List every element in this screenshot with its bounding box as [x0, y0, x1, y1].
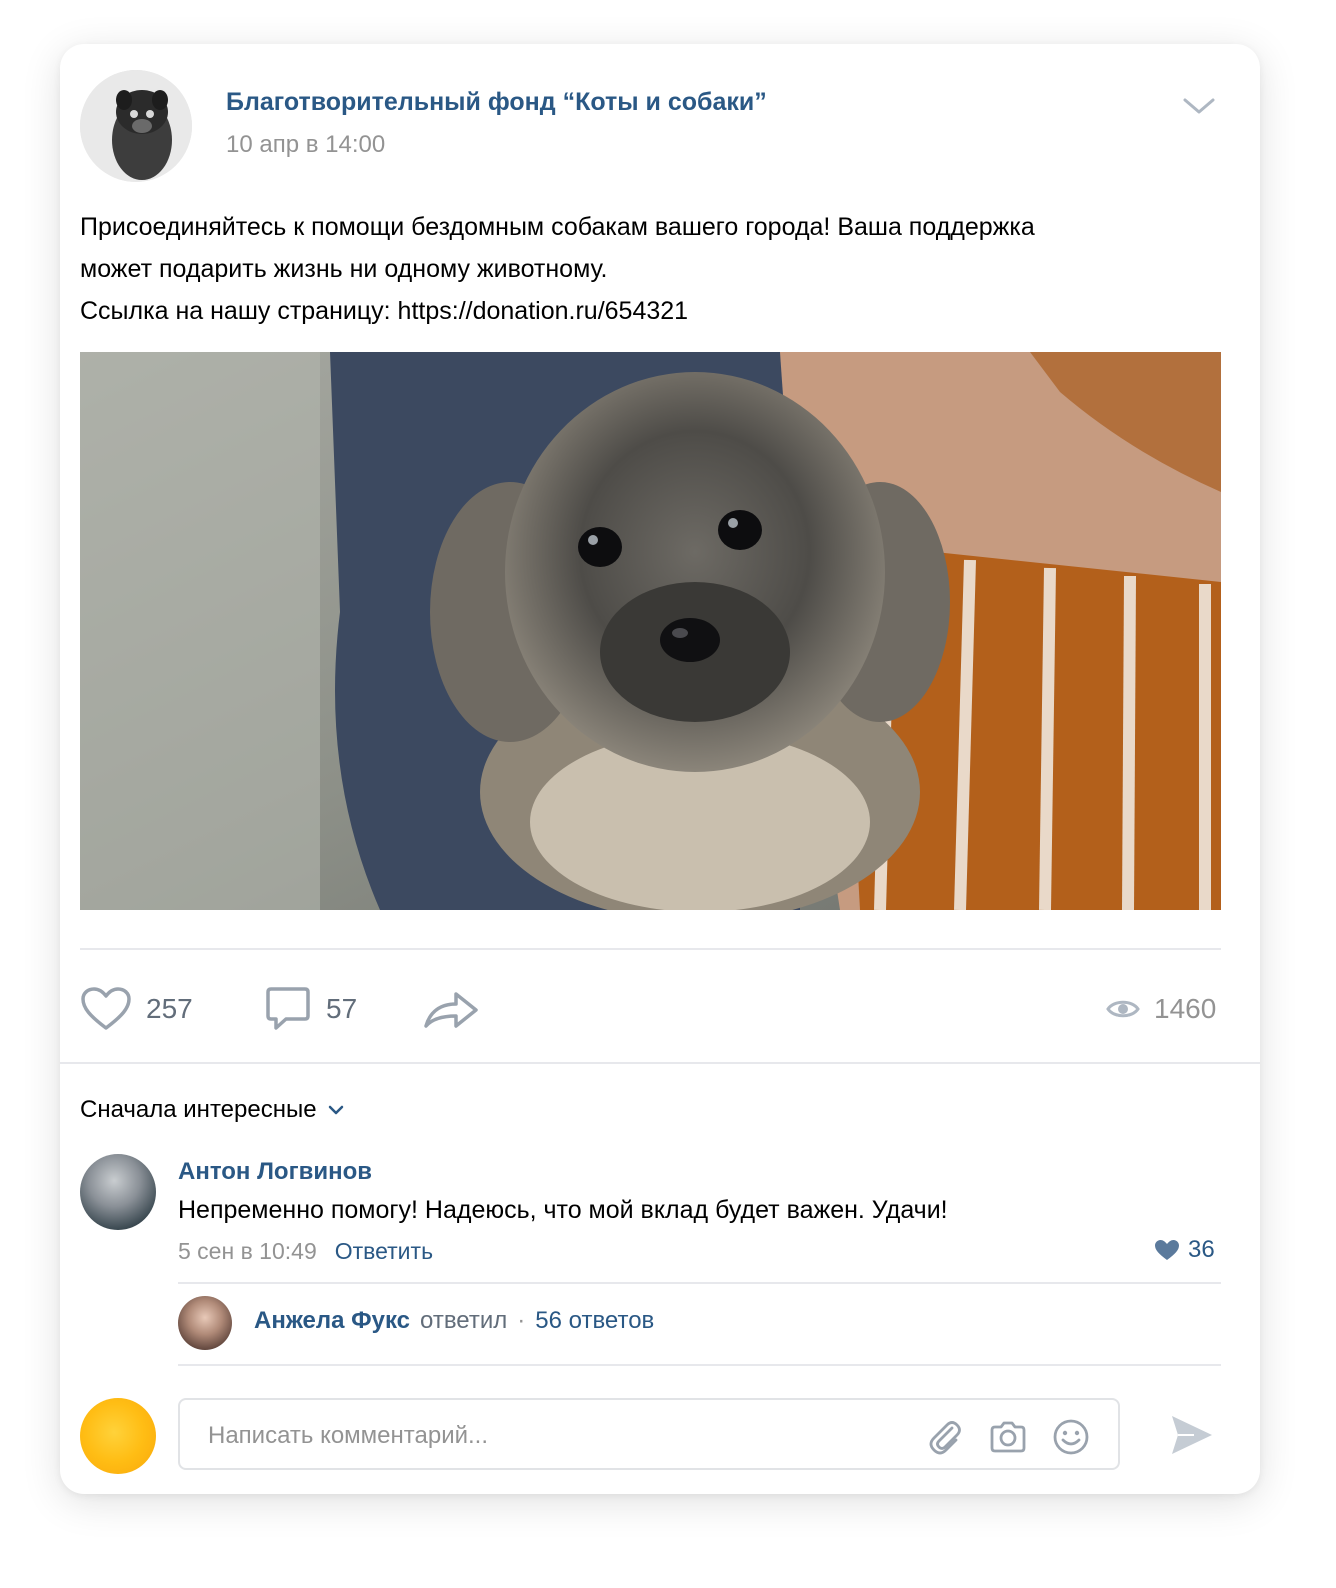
group-avatar[interactable] [80, 70, 192, 182]
share-arrow-icon [424, 992, 478, 1028]
heart-icon [1155, 1240, 1179, 1260]
like-count: 257 [146, 993, 193, 1024]
comment-date[interactable]: 5 сен в 10:49 [178, 1238, 317, 1265]
comment-button[interactable]: 57 [264, 986, 357, 1032]
chevron-down-icon[interactable] [1182, 94, 1216, 118]
post-date[interactable]: 10 апр в 14:00 [226, 131, 385, 159]
views-counter: 1460 [1106, 986, 1216, 1032]
post-photo[interactable] [80, 352, 1221, 910]
comment-count: 57 [326, 993, 358, 1024]
share-button[interactable] [422, 986, 494, 1032]
post-text: Присоединяйтесь к помощи бездомным собак… [80, 206, 1240, 332]
reply-author-name[interactable]: Анжела Фукс [254, 1307, 410, 1335]
sort-label: Сначала интересные [80, 1096, 317, 1123]
divider [178, 1282, 1221, 1284]
reply-author-avatar[interactable] [178, 1296, 232, 1350]
paperclip-icon[interactable] [926, 1418, 964, 1456]
replies-summary[interactable]: Анжела Фукс ответил · 56 ответов [254, 1307, 654, 1335]
reply-verb: ответил [420, 1307, 508, 1334]
eye-icon [1106, 1000, 1140, 1018]
chevron-down-icon [328, 1105, 343, 1115]
comment-like-count: 36 [1188, 1236, 1215, 1263]
comment-icon [266, 987, 310, 1030]
current-user-avatar[interactable] [80, 1398, 156, 1474]
comment-author-avatar[interactable] [80, 1154, 156, 1230]
post-text-line[interactable]: Ссылка на нашу страницу: https://donatio… [80, 290, 1240, 332]
comment-like-button[interactable]: 36 [1154, 1236, 1215, 1264]
replies-count-link[interactable]: 56 ответов [535, 1307, 654, 1335]
smile-icon[interactable] [1052, 1418, 1090, 1456]
comment-input-box[interactable] [178, 1398, 1120, 1470]
comment-author-name[interactable]: Антон Логвинов [178, 1158, 372, 1186]
group-name-link[interactable]: Благотворительный фонд “Коты и собаки” [226, 88, 767, 117]
comments-sort-dropdown[interactable]: Сначала интересные [80, 1096, 345, 1124]
send-icon[interactable] [1168, 1412, 1214, 1458]
post-text-line: может подарить жизнь ни одному животному… [80, 255, 608, 283]
post-card: Благотворительный фонд “Коты и собаки” 1… [60, 44, 1260, 1494]
separator-dot: · [517, 1307, 526, 1334]
comment-meta: 5 сен в 10:49 Ответить [178, 1238, 433, 1265]
divider [80, 948, 1221, 950]
views-count: 1460 [1154, 993, 1217, 1024]
heart-icon [81, 987, 131, 1030]
divider [60, 1062, 1260, 1064]
like-button[interactable]: 257 [80, 986, 193, 1032]
comment-text: Непременно помогу! Надеюсь, что мой вкла… [178, 1196, 948, 1224]
camera-icon[interactable] [988, 1418, 1026, 1456]
reply-button[interactable]: Ответить [335, 1238, 433, 1265]
post-text-line: Присоединяйтесь к помощи бездомным собак… [80, 213, 1035, 241]
divider [178, 1364, 1221, 1366]
comment-input[interactable] [206, 1418, 910, 1454]
